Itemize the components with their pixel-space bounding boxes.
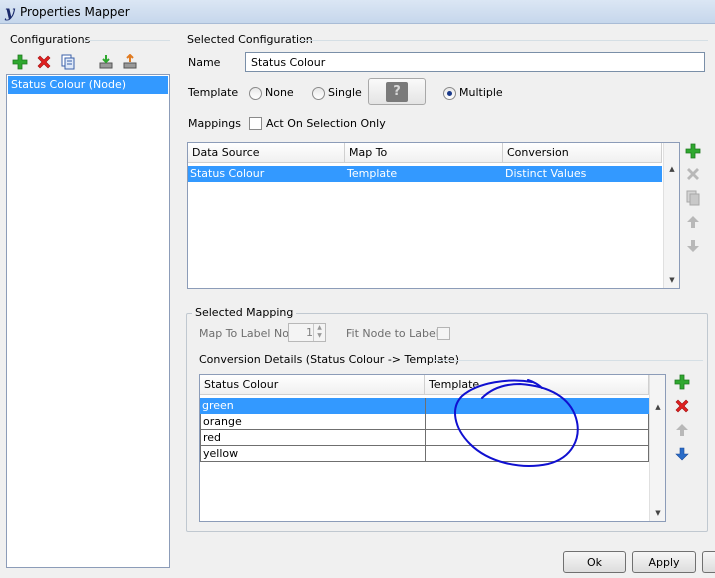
spinner-buttons[interactable]: ▲ ▼	[313, 324, 325, 341]
scroll-down-icon[interactable]: ▼	[654, 509, 662, 517]
status-colour-cell: orange	[200, 414, 426, 430]
move-up-icon[interactable]	[673, 421, 691, 439]
status-colour-cell: yellow	[200, 446, 426, 462]
status-colour-cell: green	[202, 399, 234, 412]
remove-conversion-icon[interactable]	[673, 397, 691, 415]
window-title: Properties Mapper	[20, 5, 130, 19]
scroll-down-icon[interactable]: ▼	[668, 276, 676, 284]
copy-icon[interactable]	[59, 53, 77, 71]
copy-mapping-icon[interactable]	[684, 189, 702, 207]
template-none-label: None	[265, 86, 294, 99]
template-help-button[interactable]: ?	[368, 78, 426, 105]
conversion-details-separator	[433, 360, 703, 361]
template-none-radio[interactable]	[249, 87, 262, 100]
mappings-scrollbar[interactable]: ▲ ▼	[663, 143, 679, 288]
scroll-up-icon[interactable]: ▲	[668, 165, 676, 173]
template-single-label: Single	[328, 86, 362, 99]
configuration-item[interactable]: Status Colour (Node)	[8, 76, 168, 94]
selected-configuration-heading: Selected Configuration	[187, 33, 313, 46]
act-on-selection-label: Act On Selection Only	[266, 117, 386, 130]
selected-configuration-separator	[300, 40, 708, 41]
remove-mapping-icon[interactable]	[684, 165, 702, 183]
map-to-cell: Template	[347, 167, 398, 180]
spinner-down-icon[interactable]: ▼	[314, 332, 325, 340]
spinner-value: 1	[306, 326, 313, 339]
add-conversion-icon[interactable]	[673, 373, 691, 391]
help-icon: ?	[386, 81, 408, 102]
import-icon[interactable]	[97, 53, 115, 71]
name-field[interactable]	[245, 52, 705, 72]
move-down-icon[interactable]	[673, 445, 691, 463]
table-row[interactable]: Status Colour Template Distinct Values	[188, 166, 662, 182]
template-label: Template	[188, 86, 239, 99]
selected-mapping-heading: Selected Mapping	[192, 306, 297, 319]
fit-node-to-label-checkbox[interactable]	[437, 327, 450, 340]
mappings-label: Mappings	[188, 117, 241, 130]
mappings-table[interactable]: Data Source Map To Conversion Status Col…	[187, 142, 680, 289]
scroll-up-icon[interactable]: ▲	[654, 403, 662, 411]
title-bar: y Properties Mapper	[0, 0, 715, 24]
conversion-cell: Distinct Values	[505, 167, 587, 180]
move-up-icon[interactable]	[684, 213, 702, 231]
annotation-circle	[454, 379, 579, 467]
export-icon[interactable]	[121, 53, 139, 71]
column-header-status-colour[interactable]: Status Colour	[200, 375, 425, 395]
conversion-scrollbar[interactable]: ▲ ▼	[649, 375, 665, 521]
configurations-list[interactable]: Status Colour (Node)	[6, 74, 170, 568]
cancel-button-partial[interactable]	[702, 551, 715, 573]
map-to-label-no-spinner[interactable]: 1 ▲ ▼	[288, 323, 326, 342]
fit-node-to-label-label: Fit Node to Label	[346, 327, 439, 340]
configurations-separator	[84, 40, 170, 41]
add-icon[interactable]	[11, 53, 29, 71]
conversion-details-heading: Conversion Details (Status Colour -> Tem…	[199, 353, 459, 366]
data-source-cell: Status Colour	[190, 167, 265, 180]
conversion-table[interactable]: Status Colour Template green orange red …	[199, 374, 666, 522]
remove-icon[interactable]	[35, 53, 53, 71]
template-multiple-label: Multiple	[459, 86, 503, 99]
column-header-conversion[interactable]: Conversion	[503, 143, 662, 163]
move-down-icon[interactable]	[684, 237, 702, 255]
app-logo-icon: y	[5, 2, 15, 21]
template-multiple-radio[interactable]	[443, 87, 456, 100]
apply-button[interactable]: Apply	[632, 551, 696, 573]
ok-button[interactable]: Ok	[563, 551, 626, 573]
template-single-radio[interactable]	[312, 87, 325, 100]
column-header-data-source[interactable]: Data Source	[188, 143, 345, 163]
spinner-up-icon[interactable]: ▲	[314, 324, 325, 332]
act-on-selection-checkbox[interactable]	[249, 117, 262, 130]
configurations-heading: Configurations	[10, 33, 91, 46]
column-header-map-to[interactable]: Map To	[345, 143, 503, 163]
add-mapping-icon[interactable]	[684, 142, 702, 160]
status-colour-cell: red	[200, 430, 426, 446]
map-to-label-no-label: Map To Label No.	[199, 327, 293, 340]
name-label: Name	[188, 56, 221, 69]
